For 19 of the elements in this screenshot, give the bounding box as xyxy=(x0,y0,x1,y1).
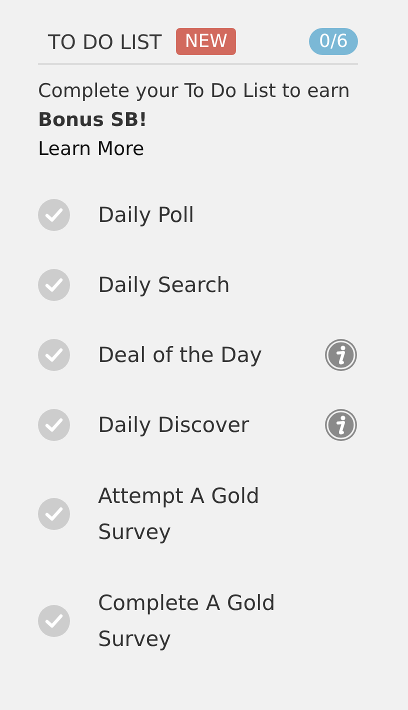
check-icon[interactable] xyxy=(38,604,70,636)
section-title: TO DO LIST xyxy=(48,30,162,54)
task-label[interactable]: Daily Search xyxy=(98,267,313,303)
task-label[interactable]: Daily Poll xyxy=(98,197,313,233)
learn-more-link[interactable]: Learn More xyxy=(38,135,144,164)
check-icon[interactable] xyxy=(38,498,70,530)
intro-text: Complete your To Do List to earn Bonus SB! xyxy=(38,79,351,133)
check-icon[interactable] xyxy=(38,409,70,441)
task-label[interactable]: Complete A Gold Survey xyxy=(98,584,313,656)
info-icon[interactable] xyxy=(324,338,358,372)
task-label[interactable]: Deal of the Day xyxy=(98,337,313,373)
check-icon[interactable] xyxy=(38,339,70,371)
task-label[interactable]: Attempt A Gold Survey xyxy=(98,478,313,550)
new-badge: NEW xyxy=(176,28,236,55)
check-icon[interactable] xyxy=(38,199,70,231)
progress-badge: 0/6 xyxy=(309,28,358,55)
info-icon[interactable] xyxy=(324,408,358,442)
check-icon[interactable] xyxy=(38,269,70,301)
task-label[interactable]: Daily Discover xyxy=(98,407,313,443)
